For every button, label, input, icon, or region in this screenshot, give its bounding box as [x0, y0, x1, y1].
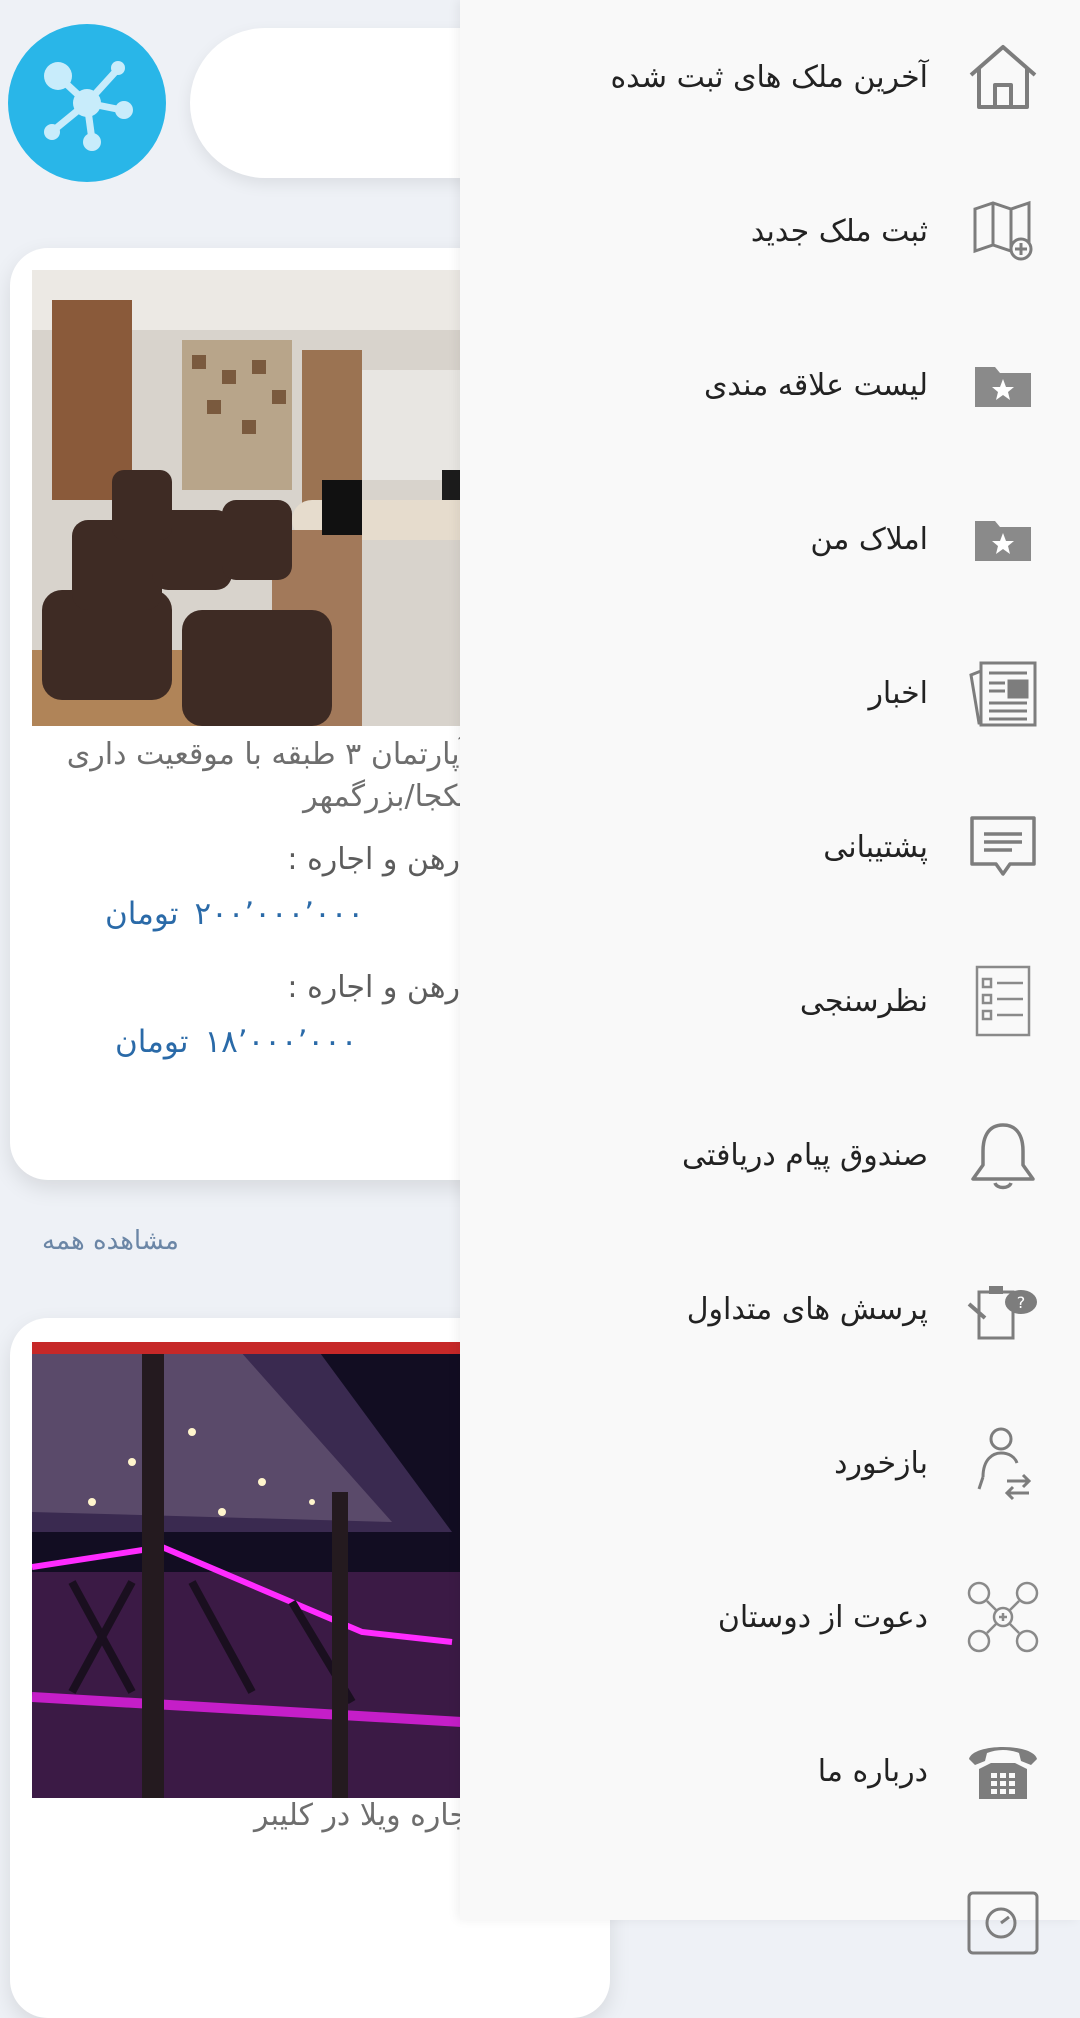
- drawer-item-my-properties[interactable]: املاک من: [460, 462, 1080, 616]
- share-network-icon: [44, 61, 133, 151]
- drawer-item-invite-friends[interactable]: دعوت از دوستان: [460, 1540, 1080, 1694]
- home-icon: [964, 38, 1042, 116]
- svg-text:?: ?: [1017, 1293, 1026, 1312]
- price-currency: تومان: [105, 896, 179, 932]
- price-value-row: ۱۸٬۰۰۰٬۰۰۰ تومان: [115, 1024, 357, 1060]
- listing-title: آپارتمان ۳ طبقه با موقعیت داری یکجا/بزرگ…: [66, 737, 468, 814]
- price-amount: ۱۸٬۰۰۰٬۰۰۰: [204, 1024, 358, 1060]
- invite-icon: [964, 1578, 1042, 1656]
- drawer-item-label: پشتیبانی: [823, 829, 928, 865]
- drawer-item-news[interactable]: اخبار: [460, 616, 1080, 770]
- drawer-item-label: بازخورد: [834, 1445, 928, 1481]
- drawer-item-inbox[interactable]: صندوق پیام دریافتی: [460, 1078, 1080, 1232]
- map-add-icon: [964, 192, 1042, 270]
- drawer-item-label: املاک من: [810, 521, 928, 557]
- feedback-icon: [964, 1424, 1042, 1502]
- listing-photo: [32, 1342, 532, 1798]
- price-value-row: ۲۰۰٬۰۰۰٬۰۰۰ تومان: [105, 896, 364, 932]
- price-label: رهن و اجاره :: [287, 970, 460, 1005]
- phone-icon: [964, 1732, 1042, 1810]
- listing-title: جاره ویلا در کلیبر: [254, 1798, 468, 1833]
- chat-icon: [964, 808, 1042, 886]
- drawer-item-label: صندوق پیام دریافتی: [682, 1137, 928, 1173]
- listing-photo: [32, 270, 532, 726]
- see-all-link[interactable]: مشاهده همه: [42, 1226, 179, 1256]
- drawer-item-add-property[interactable]: ثبت ملک جدید: [460, 154, 1080, 308]
- price-label: رهن و اجاره :: [287, 842, 460, 877]
- safe-icon: [964, 1886, 1042, 1964]
- share-button[interactable]: [8, 24, 166, 182]
- navigation-drawer: آخرین ملک های ثبت شده ثبت ملک جدید لیست …: [460, 0, 1080, 1955]
- folder-star-icon: [964, 346, 1042, 424]
- drawer-item-latest-properties[interactable]: آخرین ملک های ثبت شده: [460, 0, 1080, 154]
- drawer-item-label: لیست علاقه مندی: [703, 367, 928, 403]
- faq-icon: ?: [964, 1270, 1042, 1348]
- drawer-item-faq[interactable]: ? پرسش های متداول: [460, 1232, 1080, 1386]
- survey-icon: [964, 962, 1042, 1040]
- bell-icon: [964, 1116, 1042, 1194]
- price-currency: تومان: [115, 1024, 189, 1060]
- drawer-item-favorites[interactable]: لیست علاقه مندی: [460, 308, 1080, 462]
- drawer-item-support[interactable]: پشتیبانی: [460, 770, 1080, 924]
- price-amount: ۲۰۰٬۰۰۰٬۰۰۰: [194, 896, 365, 932]
- drawer-item-feedback[interactable]: بازخورد: [460, 1386, 1080, 1540]
- drawer-item-label: دعوت از دوستان: [717, 1599, 928, 1635]
- drawer-item-label: درباره ما: [817, 1753, 928, 1789]
- drawer-item-label: آخرین ملک های ثبت شده: [610, 59, 928, 95]
- drawer-item-label: ثبت ملک جدید: [750, 213, 928, 249]
- drawer-item-label: پرسش های متداول: [686, 1291, 928, 1327]
- drawer-item-partial[interactable]: [460, 1848, 1080, 2002]
- drawer-item-label: اخبار: [868, 675, 928, 711]
- drawer-item-label: نظرسنجی: [799, 983, 928, 1019]
- folder-star-icon: [964, 500, 1042, 578]
- newspaper-icon: [964, 654, 1042, 732]
- drawer-item-about-us[interactable]: درباره ما: [460, 1694, 1080, 1848]
- drawer-item-survey[interactable]: نظرسنجی: [460, 924, 1080, 1078]
